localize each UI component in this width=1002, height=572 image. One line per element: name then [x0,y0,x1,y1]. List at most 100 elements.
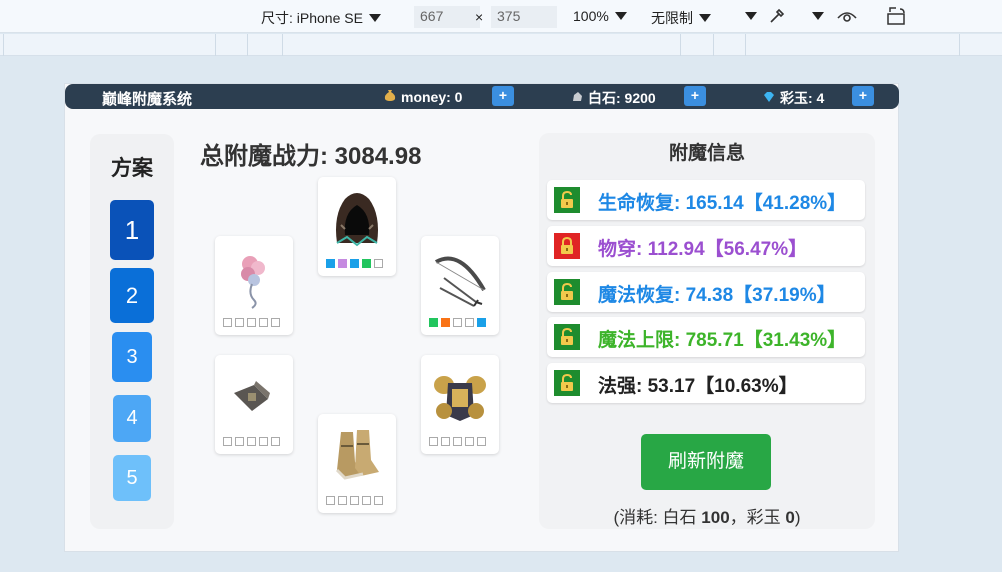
refresh-enchant-button[interactable]: 刷新附魔 [641,434,771,490]
gem-slot [465,437,474,446]
hood-icon [336,193,378,247]
chevron-down-icon [812,12,824,20]
gem-slot [374,259,383,268]
gem-slots [223,318,280,327]
ruler-tick [215,34,216,56]
jade-display: 彩玉: 4 [762,88,824,108]
chevron-down-icon [614,12,627,20]
money-bag-icon [383,88,397,105]
armor-icon [434,376,486,421]
devtools-toolbar: 尺寸: iPhone SE 667 × 375 100% 无限制 [0,0,1002,33]
unlock-icon[interactable] [554,187,580,213]
unlock-icon[interactable] [554,370,580,396]
gem-slot [350,259,359,268]
equip-slot-hood[interactable] [318,177,396,276]
chevron-down-icon [368,14,381,22]
add-money-button[interactable]: + [492,86,514,106]
ruler-tick [745,34,746,56]
gem-slot [271,318,280,327]
stone-label: 白石: 9200 [588,90,656,106]
rotate-icon[interactable] [886,6,908,26]
width-input[interactable]: 667 [414,6,480,28]
throttle-label: 无限制 [651,10,693,26]
zoom-select[interactable]: 100% [573,8,627,24]
device-select[interactable]: 尺寸: iPhone SE [261,8,381,28]
gem-slots [429,437,486,446]
gem-slot [350,496,359,505]
gem-slot [326,259,335,268]
throttle-select[interactable]: 无限制 [651,8,711,28]
ruler-tick [3,34,4,56]
equip-slot-flower[interactable] [215,236,293,335]
cost-text: (消耗: 白石 100，彩玉 0) [539,503,875,528]
jade-label: 彩玉: 4 [780,90,825,106]
scheme-button-5[interactable]: 5 [113,455,151,501]
cost-jade: 0 [785,508,795,527]
money-label: money: 0 [401,88,463,105]
gem-slot [441,437,450,446]
gem-slot [477,437,486,446]
gem-slot [338,259,347,268]
gem-slot [338,496,347,505]
gem-slot [374,496,383,505]
enchant-row: 物穿: 112.94【56.47%】 [547,226,865,266]
eye-icon[interactable] [836,7,858,25]
scheme-button-1[interactable]: 1 [110,200,154,260]
add-jade-button[interactable]: + [852,86,874,106]
gem-slot [362,496,371,505]
enchant-stat: 魔法恢复: 74.38【37.19%】 [598,285,836,306]
ruler-tick [282,34,283,56]
dropdown-toggle[interactable] [812,12,824,20]
ruler-tick [713,34,714,56]
equip-slot-armor[interactable] [421,355,499,454]
scheme-button-2[interactable]: 2 [110,268,154,323]
gem-slots [223,437,280,446]
scheme-button-3[interactable]: 3 [112,332,152,382]
chevron-down-icon [745,12,757,20]
lock-icon[interactable] [554,233,580,259]
info-title: 附魔信息 [668,143,745,164]
gem-slot [247,318,256,327]
enchant-info-panel: 附魔信息 生命恢复: 165.14【41.28%】 物穿: 112.94【56.… [539,133,875,529]
gem-slot [477,318,486,327]
unlock-icon[interactable] [554,279,580,305]
enchant-stat: 物穿: 112.94【56.47%】 [598,239,808,260]
gem-slot [223,318,232,327]
cost-mid: ，彩玉 [729,508,786,527]
gem-slot [362,259,371,268]
total-power: 总附魔战力: 3084.98 [200,143,422,170]
more-dropdown[interactable] [745,12,757,20]
bow-icon [434,256,486,307]
top-bar: 巅峰附魔系统 money: 0 + 白石: 9200 + 彩玉: 4 + [65,84,899,109]
gem-slot [441,318,450,327]
gem-slot [259,437,268,446]
gem-slots [326,259,383,268]
scheme-panel: 方案 1 2 3 4 5 [90,134,174,529]
unlock-icon[interactable] [554,324,580,350]
enchant-stat: 法强: 53.17【10.63%】 [598,376,798,397]
gem-slot [453,318,462,327]
equip-slot-bow[interactable] [421,236,499,335]
stone-display: 白石: 9200 [570,88,656,108]
chevron-down-icon [699,14,711,22]
enchant-row: 魔法上限: 785.71【31.43%】 [547,317,865,357]
gem-slot [271,437,280,446]
media-query-ruler [0,34,1002,56]
gem-slot [465,318,474,327]
equip-slot-bracer[interactable] [215,355,293,454]
cost-suffix: ) [794,508,801,527]
add-stone-button[interactable]: + [684,86,706,106]
equip-slot-boots[interactable] [318,414,396,513]
enchant-stat: 生命恢复: 165.14【41.28%】 [598,193,847,214]
bracer-icon [234,381,270,411]
enchant-row: 法强: 53.17【10.63%】 [547,363,865,403]
scheme-button-4[interactable]: 4 [113,395,151,442]
cost-stone: 100 [701,508,730,527]
gem-slots [429,318,486,327]
gem-slot [429,437,438,446]
height-input[interactable]: 375 [491,6,557,28]
gem-slot [259,318,268,327]
money-display: money: 0 [383,88,462,105]
scheme-title: 方案 [111,157,153,180]
eyedropper-icon[interactable] [767,6,787,26]
